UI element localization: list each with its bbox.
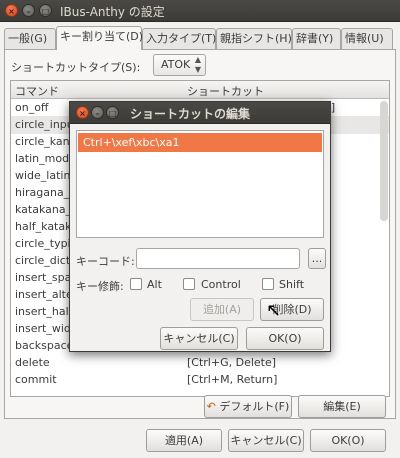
- minimize-icon[interactable]: –: [22, 4, 35, 17]
- undo-icon: ↶: [206, 400, 216, 413]
- command-cell: delete: [15, 356, 50, 369]
- dialog-maximize-icon[interactable]: □: [106, 106, 119, 119]
- close-icon[interactable]: ×: [5, 4, 18, 17]
- tab-thumb-shift[interactable]: 親指シフト(H): [216, 28, 292, 49]
- combo-arrows-icon: ▲ ▼: [194, 55, 201, 74]
- tab-info[interactable]: 情報(U): [341, 28, 393, 49]
- mouse-pointer-icon: ↖: [266, 300, 282, 321]
- keycode-browse-button[interactable]: ...: [308, 248, 326, 269]
- maximize-icon[interactable]: □: [39, 4, 52, 17]
- default-button[interactable]: ↶ デフォルト(F): [204, 395, 292, 418]
- shortcut-type-label: ショートカットタイプ(S):: [11, 61, 141, 74]
- keycode-input[interactable]: [136, 248, 300, 269]
- shortcut-cell: [Ctrl+M, Return]: [187, 373, 278, 386]
- shortcut-type-value: ATOK: [161, 58, 191, 71]
- modifier-label: キー修飾:: [76, 280, 124, 293]
- command-cell: on_off: [15, 101, 49, 114]
- shift-checkbox-label[interactable]: Shift: [279, 278, 304, 291]
- edit-button[interactable]: 編集(E): [298, 395, 386, 418]
- default-button-label: デフォルト(F): [219, 400, 290, 413]
- control-checkbox[interactable]: [183, 278, 195, 290]
- alt-checkbox-label[interactable]: Alt: [147, 278, 162, 291]
- alt-checkbox[interactable]: [130, 278, 142, 290]
- command-cell: backspace: [15, 339, 74, 352]
- apply-button[interactable]: 適用(A): [146, 429, 222, 452]
- tab-dictionary[interactable]: 辞書(Y): [292, 28, 341, 49]
- window-title: IBus-Anthy の設定: [60, 5, 165, 19]
- tab-input-type[interactable]: 入力タイプ(T): [142, 28, 216, 49]
- column-header-shortcut[interactable]: ショートカット: [187, 83, 264, 99]
- dialog-titlebar[interactable]: × – □ ショートカットの編集: [70, 102, 330, 124]
- shift-checkbox[interactable]: [262, 278, 274, 290]
- dialog-close-icon[interactable]: ×: [76, 106, 89, 119]
- keycode-label: キーコード:: [76, 255, 135, 268]
- table-scrollbar[interactable]: [380, 101, 388, 221]
- dialog-title: ショートカットの編集: [130, 107, 251, 121]
- table-header: コマンド ショートカット: [11, 81, 389, 99]
- dialog-cancel-button[interactable]: キャンセル(C): [160, 327, 238, 350]
- edit-shortcut-dialog: × – □ ショートカットの編集 Ctrl+\xef\xbc\xa1 キーコード…: [69, 101, 331, 352]
- shortcut-cell: [Ctrl+G, Delete]: [187, 356, 277, 369]
- control-checkbox-label[interactable]: Control: [201, 278, 241, 291]
- tab-general[interactable]: 一般(G): [4, 28, 56, 49]
- shortcut-type-combo[interactable]: ATOK ▲ ▼: [153, 54, 206, 76]
- add-button[interactable]: 追加(A): [190, 298, 254, 321]
- dialog-minimize-icon[interactable]: –: [91, 106, 104, 119]
- ok-button[interactable]: OK(O): [310, 429, 386, 452]
- table-row[interactable]: delete [Ctrl+G, Delete]: [11, 354, 389, 372]
- main-titlebar[interactable]: × – □ IBus-Anthy の設定: [0, 0, 400, 22]
- cancel-button[interactable]: キャンセル(C): [228, 429, 304, 452]
- table-row[interactable]: commit [Ctrl+M, Return]: [11, 371, 389, 389]
- column-header-command[interactable]: コマンド: [15, 83, 59, 99]
- shortcut-list[interactable]: Ctrl+\xef\xbc\xa1: [76, 130, 324, 238]
- shortcut-list-item[interactable]: Ctrl+\xef\xbc\xa1: [78, 133, 322, 152]
- tab-key-assign[interactable]: キー割り当て(D): [56, 26, 143, 50]
- dialog-ok-button[interactable]: OK(O): [246, 327, 324, 350]
- command-cell: latin_mode: [15, 152, 76, 165]
- command-cell: commit: [15, 373, 57, 386]
